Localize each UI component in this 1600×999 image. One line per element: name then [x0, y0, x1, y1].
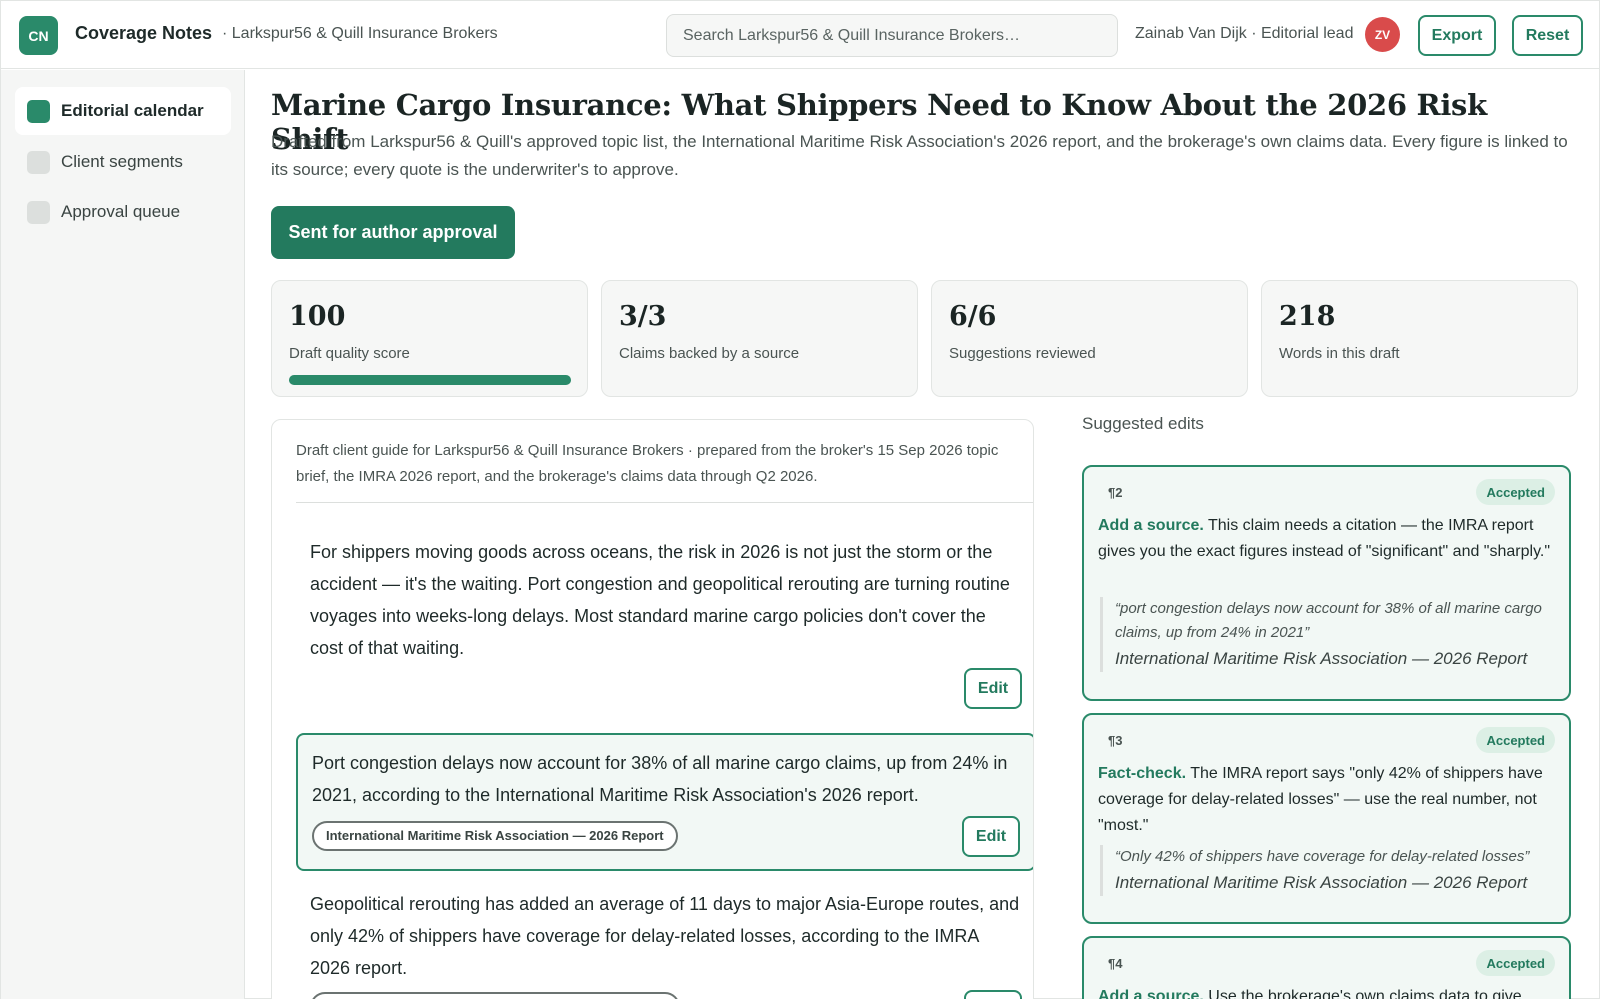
main-content: Marine Cargo Insurance: What Shippers Ne…: [246, 70, 1599, 999]
app-name: Coverage Notes: [75, 23, 213, 43]
stat-label: Draft quality score: [289, 345, 410, 362]
suggestion-card[interactable]: ¶4 Accepted Add a source. Use the broker…: [1082, 936, 1571, 999]
stat-label: Words in this draft: [1279, 345, 1400, 362]
status-badge: Accepted: [1476, 479, 1555, 505]
suggestion-kind: Fact-check.: [1098, 765, 1187, 782]
quote-text: “port congestion delays now account for …: [1115, 600, 1542, 641]
suggestions-heading: Suggested edits: [1082, 414, 1204, 433]
stat-label: Claims backed by a source: [619, 345, 800, 362]
status-badge: Accepted: [1476, 950, 1555, 976]
edit-button[interactable]: Edit: [962, 816, 1020, 857]
stat-card-words: 218 Words in this draft: [1261, 280, 1578, 397]
stat-label: Suggestions reviewed: [949, 345, 1096, 362]
sidebar-item-approval-queue[interactable]: Approval queue: [15, 188, 231, 236]
suggestion-body: Add a source. Use the brokerage's own cl…: [1098, 984, 1558, 999]
paragraph-ref: ¶3: [1108, 733, 1123, 748]
suggestion-card[interactable]: ¶2 Accepted Add a source. This claim nee…: [1082, 465, 1571, 701]
sidebar-item-client-segments[interactable]: Client segments: [15, 138, 231, 186]
suggestion-quote: “Only 42% of shippers have coverage for …: [1100, 845, 1550, 896]
calendar-icon: [27, 99, 50, 123]
suggestion-quote: “port congestion delays now account for …: [1100, 597, 1550, 672]
export-button[interactable]: Export: [1418, 15, 1496, 56]
edit-button[interactable]: Edit: [964, 990, 1022, 999]
status-badge: Accepted: [1476, 727, 1555, 753]
app-logo: CN: [19, 16, 58, 55]
divider: [296, 502, 1033, 503]
paragraph-ref: ¶2: [1108, 485, 1123, 500]
sidebar-item-label: Client segments: [61, 152, 183, 171]
paragraph-text: For shippers moving goods across oceans,…: [310, 542, 1010, 658]
suggestion-text: Use the brokerage's own claims data to g…: [1203, 988, 1522, 999]
sidebar: Editorial calendar Client segments Appro…: [1, 70, 245, 999]
page-subtitle: Drafted from Larkspur56 & Quill's approv…: [271, 132, 1568, 179]
stat-value: 6/6: [949, 301, 997, 332]
source-chip[interactable]: [310, 992, 680, 999]
stat-value: 100: [289, 301, 346, 332]
quality-progress-bar: [289, 375, 571, 385]
quote-source: International Maritime Risk Association …: [1115, 649, 1528, 668]
draft-paragraph-3[interactable]: Geopolitical rerouting has added an aver…: [296, 876, 1033, 999]
stat-value: 3/3: [619, 301, 667, 332]
author-approval-button[interactable]: Sent for author approval: [271, 206, 515, 259]
edit-button[interactable]: Edit: [964, 668, 1022, 709]
suggestion-body: Fact-check. The IMRA report says "only 4…: [1098, 761, 1558, 839]
stat-card-claims: 3/3 Claims backed by a source: [601, 280, 918, 397]
source-chip[interactable]: International Maritime Risk Association …: [312, 821, 678, 851]
queue-icon: [27, 200, 50, 224]
paragraph-ref: ¶4: [1108, 956, 1123, 971]
avatar[interactable]: ZV: [1365, 17, 1400, 52]
stat-card-quality: 100 Draft quality score: [271, 280, 588, 397]
search-input[interactable]: [666, 14, 1118, 57]
paragraph-text: Port congestion delays now account for 3…: [312, 753, 1008, 805]
suggestion-card[interactable]: ¶3 Accepted Fact-check. The IMRA report …: [1082, 713, 1571, 924]
reset-button[interactable]: Reset: [1512, 15, 1583, 56]
paragraph-text: Geopolitical rerouting has added an aver…: [310, 894, 1020, 978]
draft-panel: Draft client guide for Larkspur56 & Quil…: [271, 419, 1034, 999]
sidebar-item-label: Editorial calendar: [61, 101, 204, 120]
org-name: · Larkspur56 & Quill Insurance Brokers: [222, 25, 498, 42]
stat-card-suggestions: 6/6 Suggestions reviewed: [931, 280, 1248, 397]
suggestion-kind: Add a source.: [1098, 517, 1204, 534]
sidebar-item-editorial-calendar[interactable]: Editorial calendar: [15, 87, 231, 135]
segments-icon: [27, 150, 50, 174]
suggestion-body: Add a source. This claim needs a citatio…: [1098, 513, 1558, 565]
user-label: Zainab Van Dijk · Editorial lead: [1135, 25, 1354, 42]
stat-value: 218: [1279, 301, 1336, 332]
draft-paragraph-2[interactable]: Port congestion delays now account for 3…: [296, 733, 1033, 871]
draft-intro: Draft client guide for Larkspur56 & Quil…: [296, 442, 999, 485]
top-bar: CN Coverage Notes · Larkspur56 & Quill I…: [1, 1, 1599, 69]
quote-text: “Only 42% of shippers have coverage for …: [1115, 848, 1530, 865]
suggestion-kind: Add a source.: [1098, 988, 1204, 999]
quality-progress-fill: [289, 375, 571, 385]
quote-source: International Maritime Risk Association …: [1115, 873, 1528, 892]
draft-paragraph-1[interactable]: For shippers moving goods across oceans,…: [296, 524, 1033, 720]
sidebar-item-label: Approval queue: [61, 202, 181, 221]
